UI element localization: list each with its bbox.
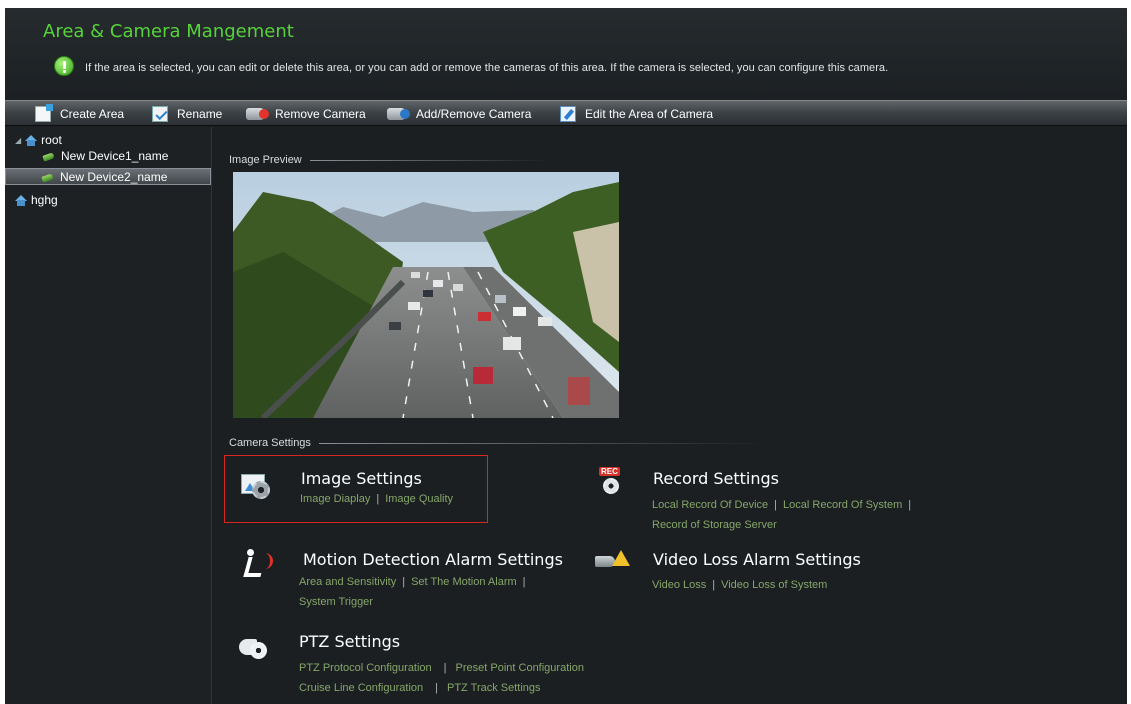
tree-node-device2[interactable]: New Device2_name	[5, 168, 211, 185]
create-area-label: Create Area	[60, 107, 125, 121]
motion-settings-links: Area and Sensitivity | Set The Motion Alar…	[299, 572, 532, 612]
add-remove-camera-button[interactable]: Add/Remove Camera	[387, 101, 531, 127]
local-record-of-system-link[interactable]: Local Record Of System	[783, 499, 902, 511]
tree-node-label: root	[41, 133, 62, 147]
image-settings-title: Image Settings	[301, 469, 422, 488]
home-icon	[25, 134, 38, 146]
create-area-button[interactable]: Create Area	[35, 101, 124, 127]
image-quality-link[interactable]: Image Quality	[385, 493, 453, 505]
ptz-camera-icon	[239, 636, 269, 660]
motion-settings-title: Motion Detection Alarm Settings	[303, 550, 563, 569]
area-tree: ◢ root New Device1_name New Device2_name…	[5, 127, 212, 704]
expand-arrow-icon[interactable]: ◢	[15, 136, 21, 145]
separator: |	[435, 682, 438, 694]
remove-camera-button[interactable]: Remove Camera	[246, 101, 366, 127]
separator: |	[774, 499, 778, 511]
camera-settings-section: Camera Settings	[229, 437, 769, 449]
camera-settings-label: Camera Settings	[229, 437, 311, 449]
record-of-storage-server-link[interactable]: Record of Storage Server	[652, 519, 777, 531]
separator: |	[402, 576, 406, 588]
help-tip-text: If the area is selected, you can edit or…	[85, 62, 889, 74]
image-settings-links: Image Diaplay | Image Quality	[300, 489, 453, 509]
add-remove-camera-label: Add/Remove Camera	[416, 107, 532, 121]
tree-node-label: New Device1_name	[61, 149, 169, 163]
local-record-of-device-link[interactable]: Local Record Of Device	[652, 499, 768, 511]
image-settings-icon	[241, 474, 270, 499]
ptz-track-settings-link[interactable]: PTZ Track Settings	[447, 682, 541, 694]
remove-camera-icon	[246, 108, 269, 120]
record-settings-links: Local Record Of Device | Local Record Of S…	[652, 495, 917, 535]
video-loss-warning-icon: !	[595, 550, 630, 572]
image-display-link[interactable]: Image Diaplay	[300, 493, 370, 505]
tree-node-hghg[interactable]: hghg	[15, 192, 58, 208]
home-icon	[15, 194, 27, 206]
ptz-settings-links: PTZ Protocol Configuration | Preset Point …	[299, 658, 584, 698]
edit-area-of-camera-button[interactable]: Edit the Area of Camera	[560, 101, 713, 127]
camera-device-icon	[42, 173, 56, 181]
rename-button[interactable]: Rename	[152, 101, 222, 127]
tree-node-root[interactable]: ◢ root	[15, 132, 62, 148]
video-loss-settings-links: Video Loss | Video Loss of System	[652, 575, 827, 595]
main-panel: Image Preview Camera Settings Image Sett…	[213, 127, 1127, 704]
add-camera-icon	[387, 108, 410, 120]
separator: |	[712, 579, 716, 591]
video-loss-of-system-link[interactable]: Video Loss of System	[721, 579, 827, 591]
remove-camera-label: Remove Camera	[275, 107, 366, 121]
highway-scene	[233, 172, 619, 418]
image-preview-section: Image Preview	[229, 154, 550, 166]
page-title: Area & Camera Mangement	[43, 21, 294, 42]
app-window: Area & Camera Mangement If the area is s…	[5, 8, 1127, 704]
separator: |	[376, 493, 380, 505]
video-loss-link[interactable]: Video Loss	[652, 579, 706, 591]
cruise-line-configuration-link[interactable]: Cruise Line Configuration	[299, 682, 423, 694]
tree-node-device1[interactable]: New Device1_name	[43, 148, 168, 164]
info-bulb-icon	[54, 56, 74, 76]
new-document-icon	[35, 104, 53, 122]
separator: |	[908, 499, 912, 511]
toolbar: Create Area Rename Remove Camera Add/Rem…	[5, 100, 1127, 126]
rename-label: Rename	[177, 107, 223, 121]
separator: |	[522, 576, 526, 588]
divider	[309, 159, 550, 161]
edit-icon	[560, 106, 576, 122]
record-gear-icon	[599, 467, 620, 494]
video-loss-settings-title: Video Loss Alarm Settings	[653, 550, 861, 569]
separator: |	[443, 662, 447, 674]
tree-node-label: hghg	[31, 193, 58, 207]
edit-area-of-camera-label: Edit the Area of Camera	[585, 107, 714, 121]
divider	[318, 442, 769, 444]
area-and-sensitivity-link[interactable]: Area and Sensitivity	[299, 576, 396, 588]
rename-check-icon	[152, 106, 168, 122]
ptz-protocol-configuration-link[interactable]: PTZ Protocol Configuration	[299, 662, 432, 674]
system-trigger-link[interactable]: System Trigger	[299, 596, 373, 608]
preset-point-configuration-link[interactable]: Preset Point Configuration	[456, 662, 584, 674]
record-settings-title: Record Settings	[653, 469, 779, 488]
image-preview-label: Image Preview	[229, 154, 302, 166]
tree-node-label: New Device2_name	[60, 169, 168, 184]
set-the-motion-alarm-link[interactable]: Set The Motion Alarm	[411, 576, 517, 588]
warning-mark: !	[619, 553, 623, 565]
motion-running-icon	[243, 549, 273, 577]
ptz-settings-title: PTZ Settings	[299, 632, 401, 651]
camera-preview-image	[233, 172, 619, 418]
header: Area & Camera Mangement If the area is s…	[5, 8, 1127, 100]
motion-alert-wave	[263, 553, 273, 569]
camera-device-icon	[43, 152, 57, 160]
